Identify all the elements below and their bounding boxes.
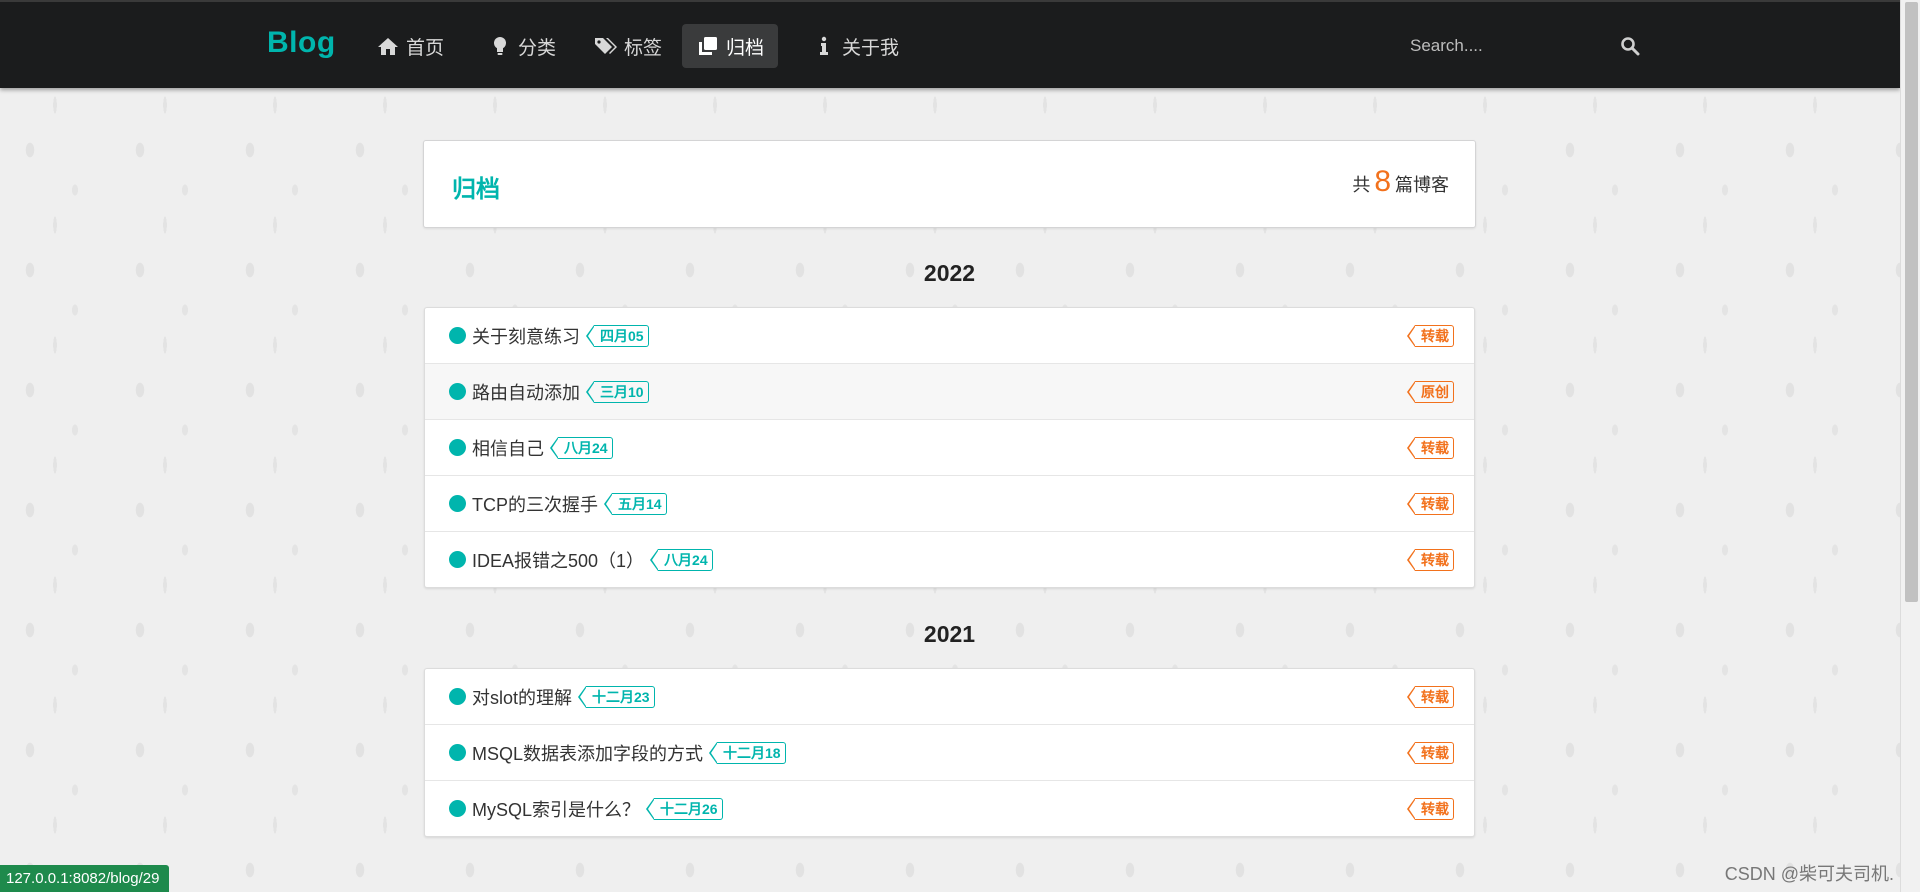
info-icon [812,36,836,56]
nav-label-tags: 标签 [624,37,663,59]
status-bar-url: 127.0.0.1:8082/blog/29 [0,865,170,892]
year-heading: 2022 [923,260,976,286]
nav-label-category: 分类 [518,37,557,59]
post-title[interactable]: 路由自动添加 [472,379,580,405]
list-item[interactable]: TCP的三次握手 五月14 转载 [425,475,1474,531]
date-label: 四月05 [586,324,649,347]
lightbulb-icon [488,36,512,56]
scrollbar-thumb[interactable] [1905,2,1918,602]
bullet-dot [449,551,466,568]
bullet-dot [449,744,466,761]
date-label: 十二月23 [578,685,655,708]
type-label: 转载 [1407,548,1454,571]
list-item[interactable]: 路由自动添加 三月10 原创 [425,363,1474,419]
bullet-dot [449,439,466,456]
type-label: 转载 [1407,685,1454,708]
bullet-dot [449,800,466,817]
nav-item-category[interactable]: 分类 [474,24,570,68]
post-title[interactable]: 关于刻意练习 [472,323,580,349]
post-title[interactable]: TCP的三次握手 [472,491,598,517]
type-label: 原创 [1407,380,1454,403]
brand-logo[interactable]: Blog [267,26,336,60]
type-label: 转载 [1407,492,1454,515]
type-label: 转载 [1407,797,1454,820]
nav-label-archive: 归档 [726,37,765,59]
type-label: 转载 [1407,741,1454,764]
top-navbar: Blog 首页 分类 标签 归档 关于我 [0,0,1900,88]
bullet-dot [449,495,466,512]
bullet-dot [449,688,466,705]
nav-item-tags[interactable]: 标签 [580,24,676,68]
date-label: 八月24 [550,436,613,459]
nav-item-archive[interactable]: 归档 [682,24,779,68]
post-count-suffix: 篇博客 [1395,175,1449,195]
list-item[interactable]: 关于刻意练习 四月05 转载 [425,308,1474,363]
year-post-list: 对slot的理解 十二月23 转载 MSQL数据表添加字段的方式 十二月18 转… [424,668,1475,837]
type-label: 转载 [1407,436,1454,459]
search-icon[interactable] [1620,36,1640,56]
post-title[interactable]: MySQL索引是什么？ [472,796,640,822]
year-post-list: 关于刻意练习 四月05 转载 路由自动添加 三月10 原创 相信自己 八月24 … [424,307,1475,588]
watermark: CSDN @柴可夫司机. [1724,864,1894,884]
date-label: 十二月18 [709,741,786,764]
post-title[interactable]: 相信自己 [472,435,544,461]
list-item[interactable]: IDEA报错之500（1） 八月24 转载 [425,531,1474,587]
date-label: 八月24 [650,548,713,571]
page-title: 归档 [452,176,500,203]
post-title[interactable]: IDEA报错之500（1） [472,547,644,573]
archive-header: 归档 共 8 篇博客 [423,140,1476,228]
page-scrollbar[interactable] [1900,0,1920,892]
list-item[interactable]: MySQL索引是什么？ 十二月26 转载 [425,780,1474,836]
home-icon [376,36,400,56]
list-item[interactable]: 对slot的理解 十二月23 转载 [425,669,1474,724]
date-label: 十二月26 [646,797,723,820]
nav-item-home[interactable]: 首页 [362,24,458,68]
bullet-dot [449,327,466,344]
post-title[interactable]: MSQL数据表添加字段的方式 [472,740,703,766]
search-box [1400,28,1640,64]
type-label: 转载 [1407,324,1454,347]
bullet-dot [449,383,466,400]
post-count-number: 8 [1374,165,1391,198]
post-count: 共 8 篇博客 [1352,165,1449,199]
list-item[interactable]: MSQL数据表添加字段的方式 十二月18 转载 [425,724,1474,780]
clone-icon [696,36,720,56]
nav-label-home: 首页 [406,37,445,59]
year-heading: 2021 [923,621,976,647]
nav-label-about: 关于我 [842,37,900,59]
list-item[interactable]: 相信自己 八月24 转载 [425,419,1474,475]
date-label: 五月14 [604,492,667,515]
date-label: 三月10 [586,380,649,403]
post-title[interactable]: 对slot的理解 [472,684,572,710]
search-input[interactable] [1400,28,1600,64]
nav-item-about[interactable]: 关于我 [798,24,913,68]
post-count-prefix: 共 [1352,175,1371,195]
tags-icon [594,36,618,56]
